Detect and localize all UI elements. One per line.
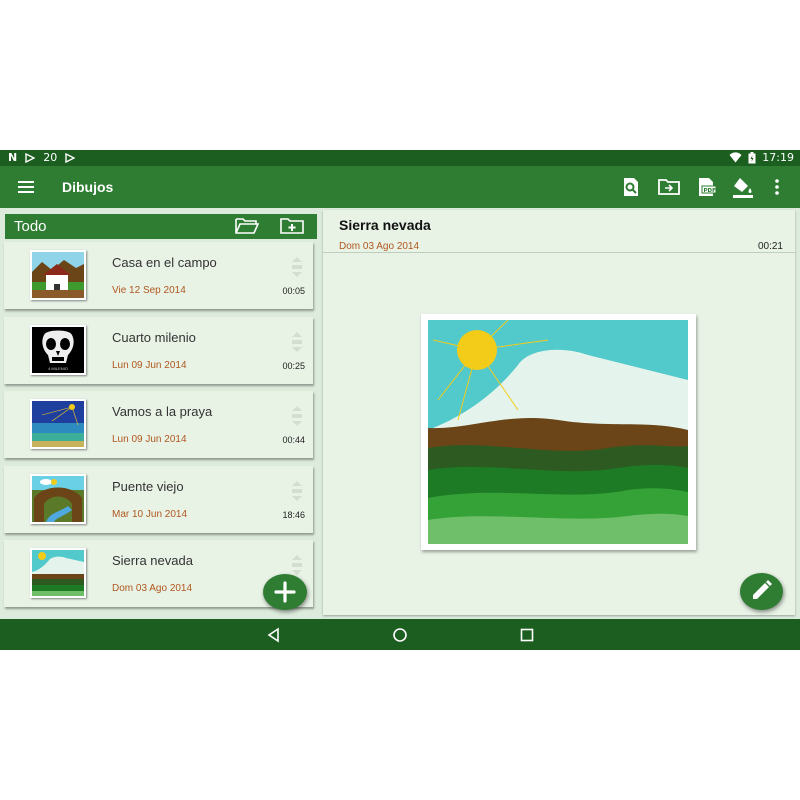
drawing-thumbnail: 4 MILENIO bbox=[30, 325, 86, 375]
recents-icon[interactable] bbox=[518, 626, 536, 644]
detail-title: Sierra nevada bbox=[339, 217, 431, 233]
navigation-bar bbox=[0, 619, 800, 650]
list-item[interactable]: Puente viejo Mar 10 Jun 2014 18:46 bbox=[4, 466, 313, 533]
more-vert-icon[interactable] bbox=[765, 175, 789, 199]
play-store-icon bbox=[65, 152, 76, 163]
app-title: Dibujos bbox=[62, 179, 114, 195]
paint-bucket-icon[interactable] bbox=[731, 175, 755, 199]
drawing-date: Vie 12 Sep 2014 bbox=[112, 285, 186, 296]
reorder-handle-icon[interactable] bbox=[290, 554, 304, 576]
drawing-title: Casa en el campo bbox=[112, 255, 217, 270]
drawing-title: Puente viejo bbox=[112, 479, 184, 494]
notification-count: 20 bbox=[43, 151, 58, 164]
drawing-title: Cuarto milenio bbox=[112, 330, 196, 345]
drawing-duration: 00:05 bbox=[282, 286, 305, 296]
wifi-icon bbox=[729, 152, 742, 163]
app-bar: Dibujos PDF bbox=[0, 166, 800, 208]
drawing-preview[interactable] bbox=[421, 314, 696, 550]
drawing-thumbnail bbox=[30, 250, 86, 300]
play-store-icon bbox=[25, 152, 36, 163]
reorder-handle-icon[interactable] bbox=[290, 480, 304, 502]
folder-name[interactable]: Todo bbox=[14, 218, 47, 235]
svg-text:PDF: PDF bbox=[704, 188, 717, 194]
drawing-title: Vamos a la praya bbox=[112, 404, 213, 419]
back-icon[interactable] bbox=[265, 626, 283, 644]
drawing-thumbnail bbox=[30, 548, 86, 598]
thumbnail-caption: 4 MILENIO bbox=[32, 366, 84, 371]
battery-icon bbox=[748, 151, 756, 163]
drawing-duration: 00:25 bbox=[282, 361, 305, 371]
drawing-thumbnail bbox=[30, 399, 86, 449]
reorder-handle-icon[interactable] bbox=[290, 256, 304, 278]
reorder-handle-icon[interactable] bbox=[290, 405, 304, 427]
add-drawing-button[interactable] bbox=[263, 574, 307, 610]
tablet-screen: N 20 17:19 Dibujos PDF Todo Casa en el c… bbox=[0, 150, 800, 650]
list-item[interactable]: 4 MILENIO Cuarto milenio Lun 09 Jun 2014… bbox=[4, 317, 313, 384]
plus-icon bbox=[274, 581, 296, 603]
drawing-image bbox=[427, 320, 689, 544]
drawing-detail-panel: Sierra nevada Dom 03 Ago 2014 00:21 bbox=[323, 210, 795, 615]
drawing-date: Dom 03 Ago 2014 bbox=[112, 583, 193, 594]
n-icon: N bbox=[8, 151, 18, 164]
drawing-title: Sierra nevada bbox=[112, 553, 193, 568]
drawing-date: Lun 09 Jun 2014 bbox=[112, 360, 187, 371]
detail-date: Dom 03 Ago 2014 bbox=[339, 241, 420, 252]
menu-icon[interactable] bbox=[14, 175, 38, 199]
folder-add-icon[interactable] bbox=[279, 216, 305, 236]
divider bbox=[323, 252, 795, 253]
folder-header: Todo bbox=[5, 214, 317, 239]
search-icon[interactable] bbox=[619, 175, 643, 199]
drawing-thumbnail bbox=[30, 474, 86, 524]
drawing-list-panel: Todo Casa en el campo Vie 12 Sep 2014 00… bbox=[0, 210, 321, 619]
folder-move-icon[interactable] bbox=[657, 175, 681, 199]
drawing-date: Lun 09 Jun 2014 bbox=[112, 434, 187, 445]
pdf-icon[interactable]: PDF bbox=[694, 175, 718, 199]
reorder-handle-icon[interactable] bbox=[290, 331, 304, 353]
pencil-icon bbox=[753, 580, 772, 599]
list-item[interactable]: Vamos a la praya Lun 09 Jun 2014 00:44 bbox=[4, 391, 313, 458]
folder-open-icon[interactable] bbox=[234, 216, 260, 236]
drawing-duration: 18:46 bbox=[282, 510, 305, 520]
edit-drawing-button[interactable] bbox=[740, 573, 783, 610]
detail-duration: 00:21 bbox=[757, 241, 783, 252]
status-bar: N 20 17:19 bbox=[0, 150, 800, 166]
drawing-duration: 00:44 bbox=[282, 435, 305, 445]
clock: 17:19 bbox=[762, 151, 794, 164]
home-icon[interactable] bbox=[391, 626, 409, 644]
list-item[interactable]: Casa en el campo Vie 12 Sep 2014 00:05 bbox=[4, 242, 313, 309]
drawing-date: Mar 10 Jun 2014 bbox=[112, 509, 188, 520]
